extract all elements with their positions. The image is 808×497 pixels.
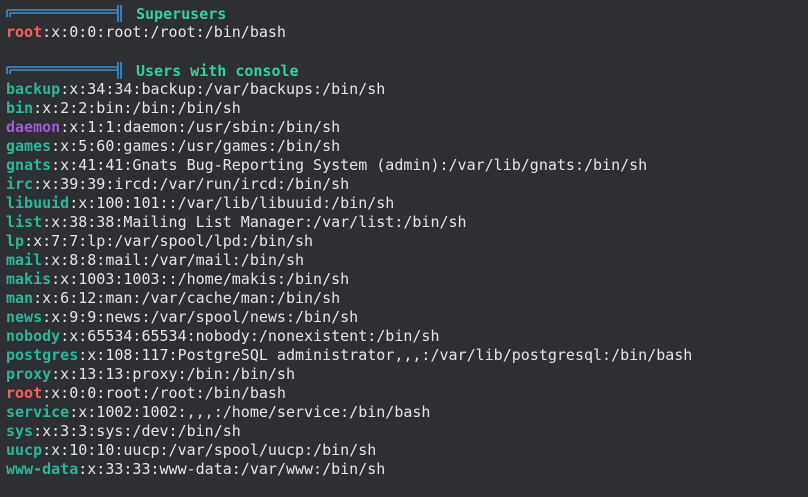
passwd-fields: :x:8:8:mail:/var/mail:/bin/sh xyxy=(42,251,305,269)
username: libuuid xyxy=(6,194,70,212)
passwd-fields: :x:100:101::/var/lib/libuuid:/bin/sh xyxy=(69,194,395,212)
passwd-fields: :x:1:1:daemon:/usr/sbin:/bin/sh xyxy=(60,118,341,136)
username: irc xyxy=(6,175,34,193)
passwd-fields: :x:6:12:man:/var/cache/man:/bin/sh xyxy=(33,289,341,307)
passwd-entry: backup:x:34:34:backup:/var/backups:/bin/… xyxy=(6,80,808,99)
terminal-output: Superusers root:x:0:0:root:/root:/bin/ba… xyxy=(6,4,808,479)
passwd-fields: :x:0:0:root:/root:/bin/bash xyxy=(42,384,286,402)
username: makis xyxy=(6,270,52,288)
username: nobody xyxy=(6,327,61,345)
superusers-list: root:x:0:0:root:/root:/bin/bash xyxy=(6,23,808,42)
passwd-entry: libuuid:x:100:101::/var/lib/libuuid:/bin… xyxy=(6,194,808,213)
passwd-fields: :x:39:39:ircd:/var/run/ircd:/bin/sh xyxy=(33,175,350,193)
username: games xyxy=(6,137,52,155)
passwd-entry: irc:x:39:39:ircd:/var/run/ircd:/bin/sh xyxy=(6,175,808,194)
username: www-data xyxy=(6,460,79,478)
passwd-fields: :x:1003:1003::/home/makis:/bin/sh xyxy=(51,270,350,288)
passwd-fields: :x:7:7:lp:/var/spool/lpd:/bin/sh xyxy=(24,232,314,250)
username: mail xyxy=(6,251,43,269)
section-title-console-users: Users with console xyxy=(136,61,299,80)
username: gnats xyxy=(6,156,52,174)
passwd-fields: :x:38:38:Mailing List Manager:/var/list:… xyxy=(42,213,467,231)
username: sys xyxy=(6,422,34,440)
passwd-entry: postgres:x:108:117:PostgreSQL administra… xyxy=(6,346,808,365)
username: lp xyxy=(6,232,25,250)
passwd-entry: daemon:x:1:1:daemon:/usr/sbin:/bin/sh xyxy=(6,118,808,137)
passwd-entry: root:x:0:0:root:/root:/bin/bash xyxy=(6,23,808,42)
passwd-entry: man:x:6:12:man:/var/cache/man:/bin/sh xyxy=(6,289,808,308)
passwd-fields: :x:0:0:root:/root:/bin/bash xyxy=(42,23,286,41)
passwd-entry: news:x:9:9:news:/var/spool/news:/bin/sh xyxy=(6,308,808,327)
passwd-fields: :x:10:10:uucp:/var/spool/uucp:/bin/sh xyxy=(42,441,377,459)
console-users-list: backup:x:34:34:backup:/var/backups:/bin/… xyxy=(6,80,808,479)
username: man xyxy=(6,289,34,307)
username: list xyxy=(6,213,43,231)
section-header-box-art xyxy=(6,62,122,79)
section-title-superusers: Superusers xyxy=(136,4,227,23)
username: root xyxy=(6,23,43,41)
passwd-entry: nobody:x:65534:65534:nobody:/nonexistent… xyxy=(6,327,808,346)
passwd-entry: proxy:x:13:13:proxy:/bin:/bin/sh xyxy=(6,365,808,384)
username: postgres xyxy=(6,346,79,364)
passwd-entry: lp:x:7:7:lp:/var/spool/lpd:/bin/sh xyxy=(6,232,808,251)
passwd-fields: :x:34:34:backup:/var/backups:/bin/sh xyxy=(60,80,386,98)
passwd-fields: :x:3:3:sys:/dev:/bin/sh xyxy=(33,422,241,440)
passwd-fields: :x:108:117:PostgreSQL administrator,,,:/… xyxy=(78,346,693,364)
username: root xyxy=(6,384,43,402)
passwd-fields: :x:13:13:proxy:/bin:/bin/sh xyxy=(51,365,295,383)
passwd-fields: :x:9:9:news:/var/spool/news:/bin/sh xyxy=(42,308,359,326)
username: proxy xyxy=(6,365,52,383)
passwd-entry: root:x:0:0:root:/root:/bin/bash xyxy=(6,384,808,403)
passwd-entry: mail:x:8:8:mail:/var/mail:/bin/sh xyxy=(6,251,808,270)
username: backup xyxy=(6,80,61,98)
section-header-console-users: Users with console xyxy=(6,61,808,80)
username: daemon xyxy=(6,118,61,136)
passwd-fields: :x:2:2:bin:/bin:/bin/sh xyxy=(33,99,241,117)
username: uucp xyxy=(6,441,43,459)
passwd-fields: :x:41:41:Gnats Bug-Reporting System (adm… xyxy=(51,156,648,174)
passwd-fields: :x:5:60:games:/usr/games:/bin/sh xyxy=(51,137,341,155)
section-header-box-art xyxy=(6,5,122,22)
passwd-fields: :x:33:33:www-data:/var/www:/bin/sh xyxy=(78,460,386,478)
passwd-entry: uucp:x:10:10:uucp:/var/spool/uucp:/bin/s… xyxy=(6,441,808,460)
passwd-entry: www-data:x:33:33:www-data:/var/www:/bin/… xyxy=(6,460,808,479)
passwd-entry: games:x:5:60:games:/usr/games:/bin/sh xyxy=(6,137,808,156)
passwd-entry: makis:x:1003:1003::/home/makis:/bin/sh xyxy=(6,270,808,289)
passwd-entry: service:x:1002:1002:,,,:/home/service:/b… xyxy=(6,403,808,422)
passwd-entry: bin:x:2:2:bin:/bin:/bin/sh xyxy=(6,99,808,118)
passwd-entry: sys:x:3:3:sys:/dev:/bin/sh xyxy=(6,422,808,441)
passwd-fields: :x:1002:1002:,,,:/home/service:/bin/bash xyxy=(69,403,431,421)
passwd-entry: list:x:38:38:Mailing List Manager:/var/l… xyxy=(6,213,808,232)
username: news xyxy=(6,308,43,326)
username: service xyxy=(6,403,70,421)
passwd-entry: gnats:x:41:41:Gnats Bug-Reporting System… xyxy=(6,156,808,175)
username: bin xyxy=(6,99,34,117)
section-header-superusers: Superusers xyxy=(6,4,808,23)
passwd-fields: :x:65534:65534:nobody:/nonexistent:/bin/… xyxy=(60,327,440,345)
